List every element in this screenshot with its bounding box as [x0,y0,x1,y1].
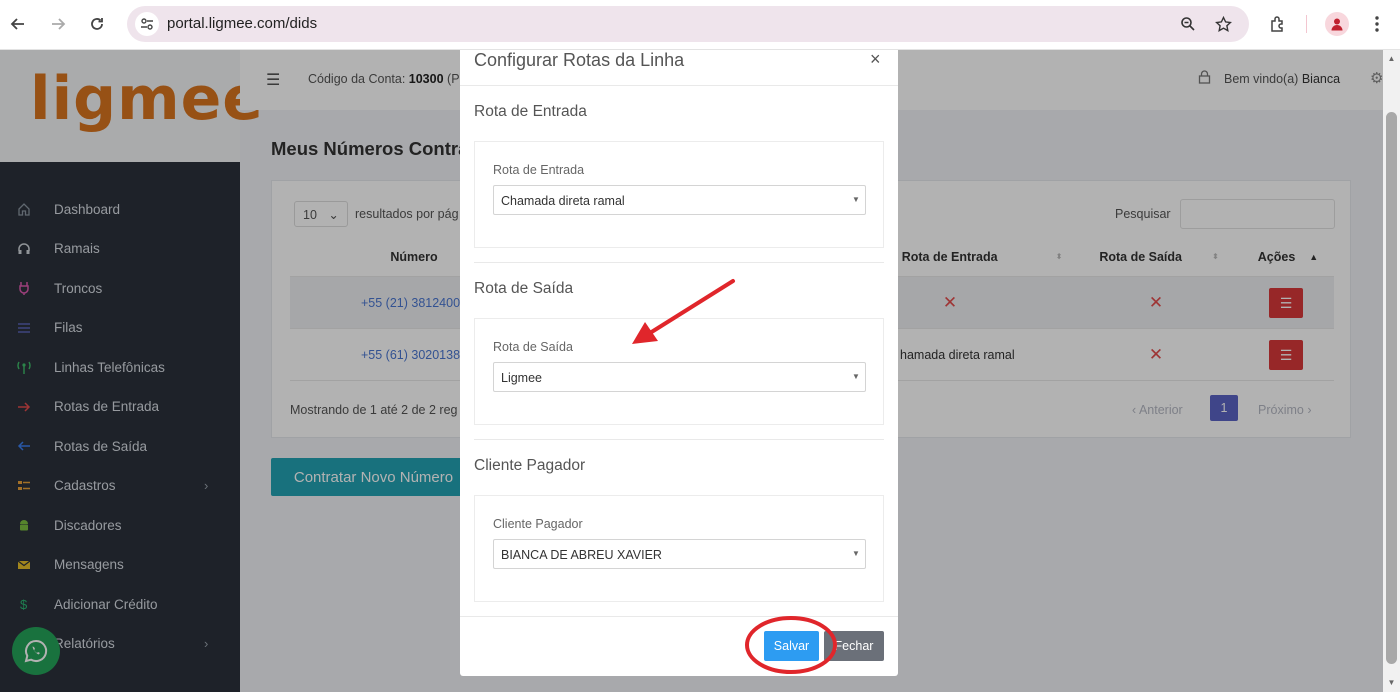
section-title-cliente: Cliente Pagador [474,457,586,474]
section-divider [474,262,884,263]
modal-close-icon[interactable]: × [870,49,881,70]
browser-chrome: portal.ligmee.com/dids [0,0,1400,50]
modal-title: Configurar Rotas da Linha [474,50,685,70]
extensions-icon[interactable] [1266,12,1290,36]
entrada-field-label: Rota de Entrada [493,163,585,177]
browser-menu-icon[interactable] [1365,12,1389,36]
site-info-icon[interactable] [135,12,159,36]
panel-entrada: Rota de Entrada Chamada direta ramal ▼ [474,141,884,248]
saida-route-select[interactable]: Ligmee ▼ [493,362,866,392]
panel-cliente: Cliente Pagador BIANCA DE ABREU XAVIER ▼ [474,495,884,602]
modal-header-divider [460,85,898,86]
section-title-saida: Rota de Saída [474,280,574,297]
profile-avatar-icon[interactable] [1325,12,1349,36]
forward-icon[interactable] [46,12,70,36]
cliente-pagador-value: BIANCA DE ABREU XAVIER [501,548,662,562]
entrada-route-select[interactable]: Chamada direta ramal ▼ [493,185,866,215]
bookmark-star-icon[interactable] [1212,13,1234,35]
section-divider [474,439,884,440]
modal-footer-divider [460,616,898,617]
scrollbar-thumb[interactable] [1386,112,1397,664]
entrada-route-value: Chamada direta ramal [501,194,625,208]
saida-route-value: Ligmee [501,371,542,385]
url-text: portal.ligmee.com/dids [167,15,318,32]
scroll-down-icon[interactable]: ▼ [1386,678,1397,689]
back-icon[interactable] [6,12,30,36]
saida-field-label: Rota de Saída [493,340,573,354]
select-caret-icon: ▼ [852,372,860,381]
zoom-icon[interactable] [1177,13,1199,35]
cliente-pagador-select[interactable]: BIANCA DE ABREU XAVIER ▼ [493,539,866,569]
select-caret-icon: ▼ [852,195,860,204]
scroll-up-icon[interactable]: ▲ [1386,54,1397,65]
save-button[interactable]: Salvar [764,631,819,661]
cliente-field-label: Cliente Pagador [493,517,583,531]
select-caret-icon: ▼ [852,549,860,558]
section-title-entrada: Rota de Entrada [474,103,587,120]
toolbar-divider [1306,15,1307,33]
close-button[interactable]: Fechar [824,631,884,661]
reload-icon[interactable] [85,12,109,36]
panel-saida: Rota de Saída Ligmee ▼ [474,318,884,425]
address-bar[interactable]: portal.ligmee.com/dids [127,6,1249,42]
configure-routes-modal: Configurar Rotas da Linha × Rota de Entr… [460,49,898,676]
